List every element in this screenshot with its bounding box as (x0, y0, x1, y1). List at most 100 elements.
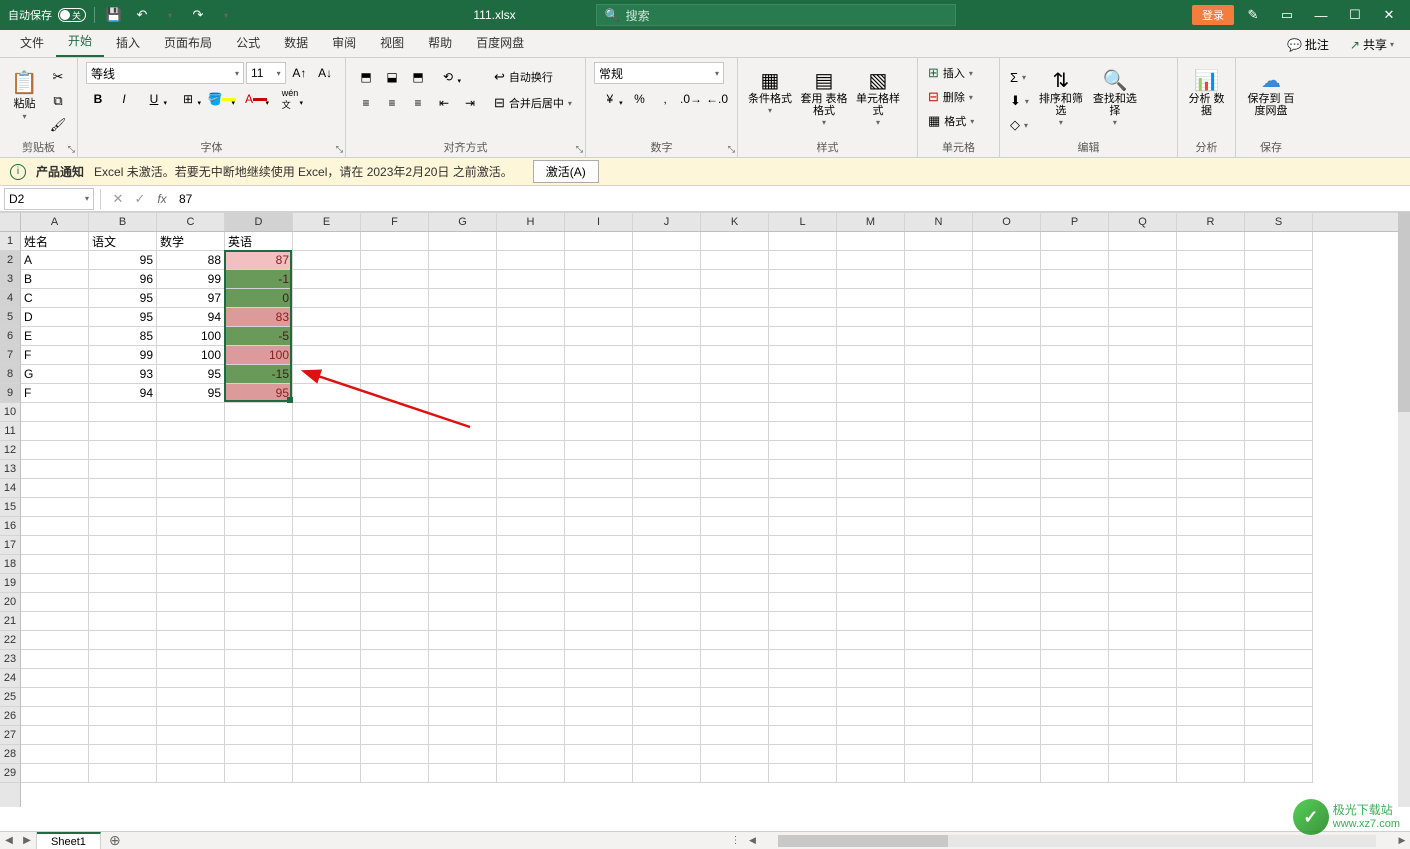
cell-P1[interactable] (1041, 232, 1109, 251)
cell-Q5[interactable] (1109, 308, 1177, 327)
cell-O23[interactable] (973, 650, 1041, 669)
cell-O10[interactable] (973, 403, 1041, 422)
cell-N27[interactable] (905, 726, 973, 745)
cell-F3[interactable] (361, 270, 429, 289)
cell-I8[interactable] (565, 365, 633, 384)
cell-B10[interactable] (89, 403, 157, 422)
cell-D2[interactable]: 87 (225, 251, 293, 270)
cell-A23[interactable] (21, 650, 89, 669)
cell-D24[interactable] (225, 669, 293, 688)
cell-O26[interactable] (973, 707, 1041, 726)
cell-N29[interactable] (905, 764, 973, 783)
redo-icon[interactable]: ↷ (187, 4, 209, 26)
cell-P9[interactable] (1041, 384, 1109, 403)
cell-A1[interactable]: 姓名 (21, 232, 89, 251)
row-header-14[interactable]: 14 (0, 479, 20, 498)
cell-S20[interactable] (1245, 593, 1313, 612)
cell-O27[interactable] (973, 726, 1041, 745)
cell-A28[interactable] (21, 745, 89, 764)
cell-E9[interactable] (293, 384, 361, 403)
cell-O28[interactable] (973, 745, 1041, 764)
cell-R4[interactable] (1177, 289, 1245, 308)
cell-H19[interactable] (497, 574, 565, 593)
cell-N12[interactable] (905, 441, 973, 460)
cell-L18[interactable] (769, 555, 837, 574)
cell-I27[interactable] (565, 726, 633, 745)
cell-B16[interactable] (89, 517, 157, 536)
row-header-20[interactable]: 20 (0, 593, 20, 612)
cell-L12[interactable] (769, 441, 837, 460)
comments-button[interactable]: 💬批注 (1278, 32, 1338, 57)
cell-I3[interactable] (565, 270, 633, 289)
cell-E3[interactable] (293, 270, 361, 289)
italic-button[interactable]: I (112, 88, 136, 110)
row-header-3[interactable]: 3 (0, 270, 20, 289)
cell-G8[interactable] (429, 365, 497, 384)
bold-button[interactable]: B (86, 88, 110, 110)
cell-D14[interactable] (225, 479, 293, 498)
format-cells-button[interactable]: ▦格式▾ (926, 110, 991, 132)
cell-A2[interactable]: A (21, 251, 89, 270)
cell-A20[interactable] (21, 593, 89, 612)
cell-D6[interactable]: -5 (225, 327, 293, 346)
number-format-select[interactable]: 常规▾ (594, 62, 724, 84)
cell-G18[interactable] (429, 555, 497, 574)
cell-B23[interactable] (89, 650, 157, 669)
cell-M1[interactable] (837, 232, 905, 251)
cell-J13[interactable] (633, 460, 701, 479)
cell-F21[interactable] (361, 612, 429, 631)
cell-Q12[interactable] (1109, 441, 1177, 460)
cell-L9[interactable] (769, 384, 837, 403)
cell-L25[interactable] (769, 688, 837, 707)
cell-A14[interactable] (21, 479, 89, 498)
cell-I7[interactable] (565, 346, 633, 365)
cell-G3[interactable] (429, 270, 497, 289)
cell-R12[interactable] (1177, 441, 1245, 460)
cell-D13[interactable] (225, 460, 293, 479)
cell-M10[interactable] (837, 403, 905, 422)
clipboard-launcher[interactable]: ⤡ (68, 144, 75, 155)
cell-D29[interactable] (225, 764, 293, 783)
cell-E4[interactable] (293, 289, 361, 308)
underline-button[interactable]: U (138, 88, 170, 110)
cell-S15[interactable] (1245, 498, 1313, 517)
cell-K14[interactable] (701, 479, 769, 498)
cell-I29[interactable] (565, 764, 633, 783)
cell-N16[interactable] (905, 517, 973, 536)
cell-P29[interactable] (1041, 764, 1109, 783)
cell-L2[interactable] (769, 251, 837, 270)
cell-O11[interactable] (973, 422, 1041, 441)
login-button[interactable]: 登录 (1192, 5, 1234, 25)
cell-O9[interactable] (973, 384, 1041, 403)
cell-M25[interactable] (837, 688, 905, 707)
cell-F22[interactable] (361, 631, 429, 650)
cell-N14[interactable] (905, 479, 973, 498)
cell-N10[interactable] (905, 403, 973, 422)
cell-C18[interactable] (157, 555, 225, 574)
cell-F13[interactable] (361, 460, 429, 479)
cell-I2[interactable] (565, 251, 633, 270)
cell-H4[interactable] (497, 289, 565, 308)
cell-F4[interactable] (361, 289, 429, 308)
col-header-M[interactable]: M (837, 213, 905, 231)
cell-N6[interactable] (905, 327, 973, 346)
cell-S16[interactable] (1245, 517, 1313, 536)
row-header-8[interactable]: 8 (0, 365, 20, 384)
cell-G13[interactable] (429, 460, 497, 479)
find-select-button[interactable]: 🔍查找和选择▾ (1091, 66, 1139, 127)
cell-C16[interactable] (157, 517, 225, 536)
cell-M13[interactable] (837, 460, 905, 479)
cell-A17[interactable] (21, 536, 89, 555)
cell-G10[interactable] (429, 403, 497, 422)
cell-F19[interactable] (361, 574, 429, 593)
cell-B21[interactable] (89, 612, 157, 631)
sheet-nav-prev[interactable]: ◀ (0, 832, 18, 849)
cell-H16[interactable] (497, 517, 565, 536)
cell-R23[interactable] (1177, 650, 1245, 669)
cell-A7[interactable]: F (21, 346, 89, 365)
cell-I20[interactable] (565, 593, 633, 612)
cell-P28[interactable] (1041, 745, 1109, 764)
cell-C7[interactable]: 100 (157, 346, 225, 365)
cell-B19[interactable] (89, 574, 157, 593)
cell-B14[interactable] (89, 479, 157, 498)
